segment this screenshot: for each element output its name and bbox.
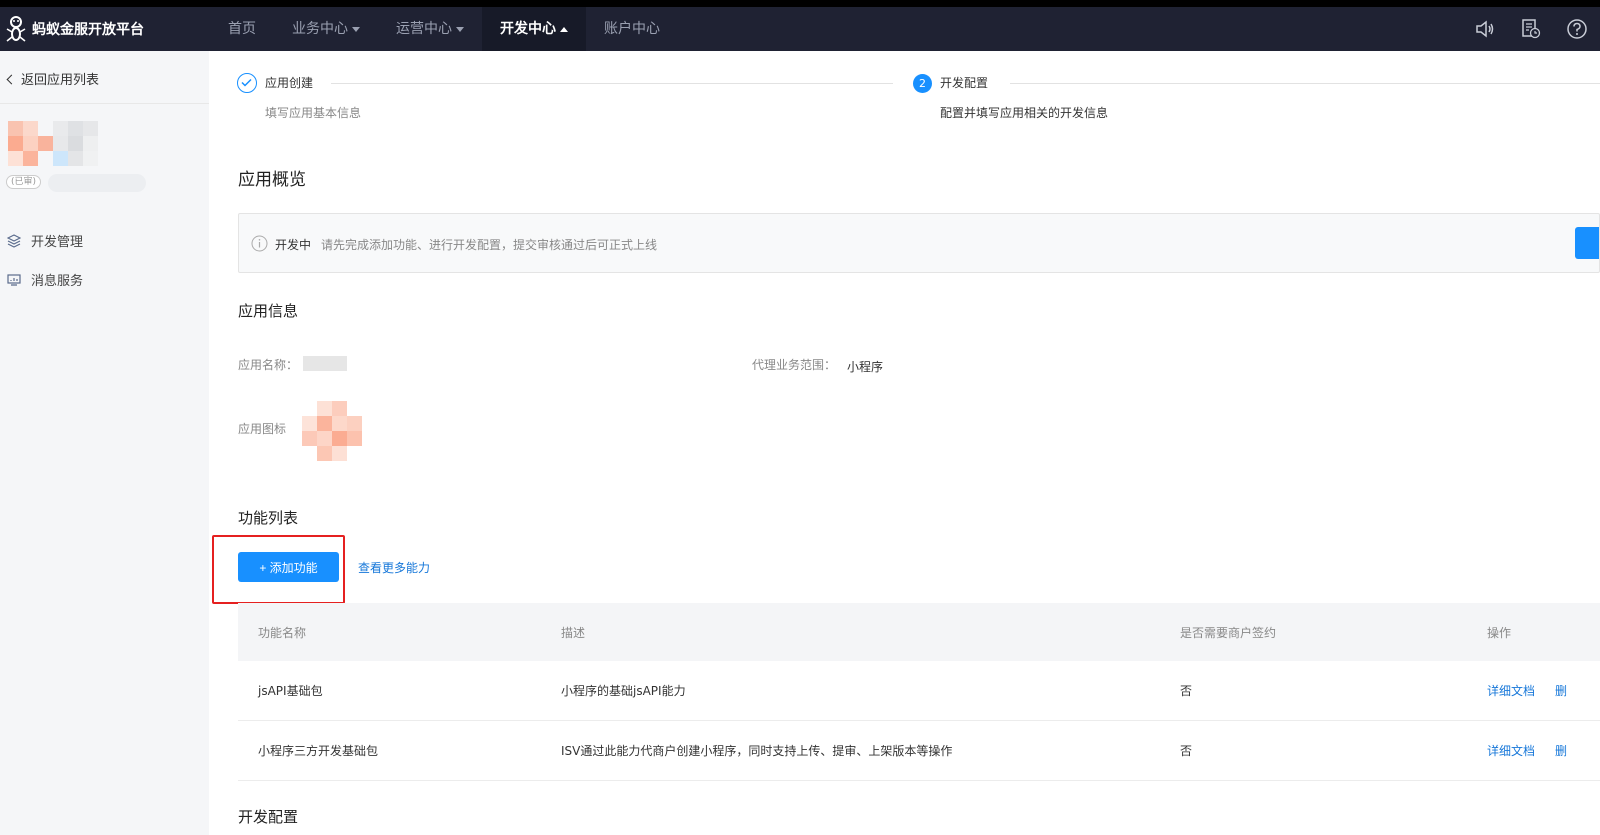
header-merchant-sign: 是否需要商户签约	[1180, 625, 1277, 640]
header-actions: 操作	[1487, 625, 1512, 640]
nav-dev-label: 开发中心	[500, 21, 556, 37]
feature-sign: 否	[1180, 684, 1193, 698]
nav-account-label: 账户中心	[604, 21, 660, 37]
detail-doc-link[interactable]: 详细文档	[1487, 742, 1535, 759]
step-2-desc: 配置并填写应用相关的开发信息	[940, 106, 1109, 120]
sidebar-item-label: 开发管理	[31, 235, 84, 250]
view-more-capabilities-link[interactable]: 查看更多能力	[358, 559, 430, 576]
caret-up-icon	[560, 26, 568, 32]
app-name-value-blurred	[303, 356, 347, 371]
ant-logo-icon	[6, 16, 26, 42]
main-nav: 首页 业务中心 运营中心 开发中心 账户中心	[210, 7, 678, 51]
sidebar-divider	[0, 103, 209, 104]
feature-actions: 详细文档 删	[1487, 661, 1587, 720]
progress-steps: 应用创建 填写应用基本信息 2 开发配置 配置并填写应用相关的开发信息	[237, 73, 1600, 133]
info-icon	[251, 235, 268, 252]
nav-dev-center[interactable]: 开发中心	[482, 7, 586, 51]
help-icon[interactable]	[1554, 7, 1600, 51]
nav-home[interactable]: 首页	[210, 7, 274, 51]
feature-desc: 小程序的基础jsAPI能力	[561, 684, 686, 698]
caret-down-icon	[352, 26, 360, 32]
scope-value: 小程序	[847, 360, 884, 374]
sidebar: 返回应用列表 (已审) 开发管理 消息服务	[0, 51, 209, 835]
nav-operations-center[interactable]: 运营中心	[378, 7, 482, 51]
top-navbar: 蚂蚁金服开放平台 首页 业务中心 运营中心 开发中心 账户中心	[0, 0, 1600, 51]
delete-link[interactable]: 删	[1555, 742, 1567, 759]
status-badge: 开发中	[275, 238, 312, 252]
step-connector	[331, 83, 893, 84]
brand-name: 蚂蚁金服开放平台	[32, 22, 144, 38]
table-row: 小程序三方开发基础包 ISV通过此能力代商户创建小程序，同时支持上传、提审、上架…	[238, 721, 1600, 781]
brand-logo[interactable]: 蚂蚁金服开放平台	[6, 7, 144, 51]
layers-icon	[7, 233, 21, 248]
sidebar-menu: 开发管理 消息服务	[0, 221, 209, 299]
header-description: 描述	[561, 625, 586, 640]
app-status-tag: (已审)	[6, 175, 42, 189]
delete-link[interactable]: 删	[1555, 682, 1567, 699]
speaker-icon[interactable]	[1462, 7, 1508, 51]
chevron-left-icon	[6, 74, 17, 85]
table-header: 功能名称 描述 是否需要商户签约 操作	[238, 603, 1600, 661]
sidebar-item-message-service[interactable]: 消息服务	[0, 260, 209, 299]
features-table: 功能名称 描述 是否需要商户签约 操作 jsAPI基础包 小程序的基础jsAPI…	[238, 603, 1600, 781]
caret-down-icon	[456, 26, 464, 32]
step-connector	[1010, 83, 1600, 84]
feature-sign: 否	[1180, 744, 1193, 758]
check-icon	[237, 73, 257, 93]
main-content: 应用创建 填写应用基本信息 2 开发配置 配置并填写应用相关的开发信息 应用概览…	[209, 51, 1600, 835]
back-to-app-list-link[interactable]: 返回应用列表	[6, 69, 100, 88]
back-link-label: 返回应用列表	[21, 73, 100, 88]
status-message: 请先完成添加功能、进行开发配置，提交审核通过后可正式上线	[321, 238, 658, 252]
app-icon-label: 应用图标	[238, 422, 287, 436]
nav-operations-label: 运营中心	[396, 21, 452, 37]
app-icon-image	[302, 401, 362, 461]
monitor-icon	[7, 273, 21, 286]
feature-name: 小程序三方开发基础包	[258, 744, 379, 758]
nav-business-center[interactable]: 业务中心	[274, 7, 378, 51]
app-name-label: 应用名称：	[238, 358, 299, 372]
app-name-blurred	[48, 174, 146, 192]
app-info-title: 应用信息	[238, 302, 299, 320]
sidebar-item-dev-management[interactable]: 开发管理	[0, 221, 209, 260]
add-feature-button[interactable]: + 添加功能	[238, 552, 339, 582]
table-row: jsAPI基础包 小程序的基础jsAPI能力 否 详细文档 删	[238, 661, 1600, 721]
features-title: 功能列表	[238, 509, 299, 527]
status-notice: 开发中 请先完成添加功能、进行开发配置，提交审核通过后可正式上线	[238, 213, 1600, 273]
nav-account-center[interactable]: 账户中心	[586, 7, 678, 51]
feature-actions: 详细文档 删	[1487, 721, 1587, 780]
header-feature-name: 功能名称	[258, 625, 307, 640]
dev-config-title: 开发配置	[238, 808, 299, 826]
overview-title: 应用概览	[238, 170, 306, 190]
scope-label: 代理业务范围：	[752, 358, 837, 372]
step-1-title: 应用创建	[265, 76, 314, 90]
nav-business-label: 业务中心	[292, 21, 348, 37]
feature-desc: ISV通过此能力代商户创建小程序，同时支持上传、提审、上架版本等操作	[561, 744, 953, 758]
step-2-title: 开发配置	[940, 76, 989, 90]
app-avatar	[8, 121, 112, 169]
sidebar-item-label: 消息服务	[31, 274, 84, 289]
document-clock-icon[interactable]	[1508, 7, 1554, 51]
feature-name: jsAPI基础包	[258, 684, 323, 698]
step-2-number: 2	[913, 74, 932, 93]
nav-home-label: 首页	[228, 21, 256, 37]
step-1-desc: 填写应用基本信息	[265, 106, 362, 120]
detail-doc-link[interactable]: 详细文档	[1487, 682, 1535, 699]
submit-button-partial[interactable]	[1575, 227, 1599, 259]
